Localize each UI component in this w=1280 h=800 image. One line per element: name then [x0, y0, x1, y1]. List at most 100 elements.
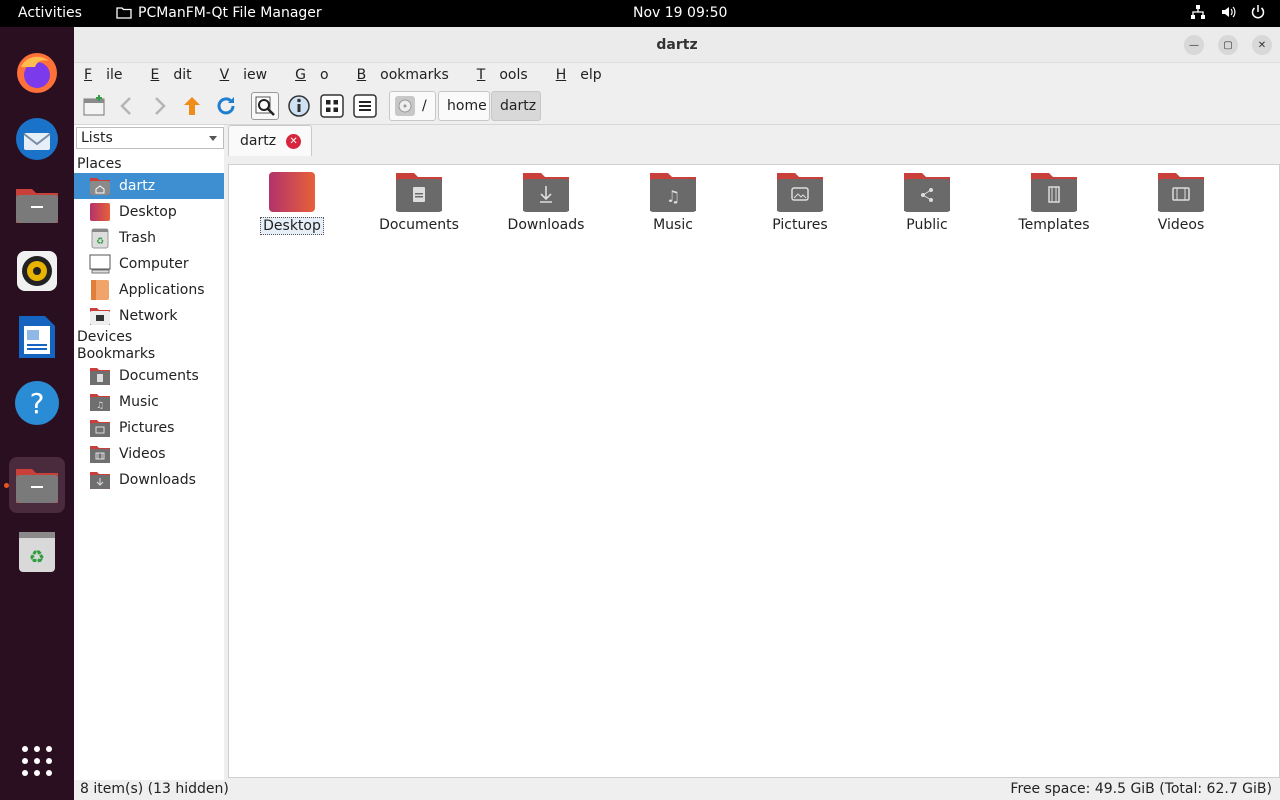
sidebar-item-label: Applications	[119, 282, 205, 298]
show-apps-button[interactable]	[9, 733, 65, 789]
file-name: Music	[653, 217, 693, 233]
minimize-button[interactable]: —	[1184, 35, 1204, 55]
side-pane-mode-select[interactable]: Lists	[76, 127, 224, 149]
folder-view[interactable]: Desktop Documents Downloads ♫ Music Pict…	[228, 164, 1280, 778]
status-bar: 8 item(s) (13 hidden) Free space: 49.5 G…	[74, 780, 1280, 800]
file-item-templates[interactable]: Templates	[999, 171, 1109, 233]
volume-icon[interactable]	[1220, 4, 1236, 20]
bookmark-pictures[interactable]: Pictures	[74, 415, 224, 441]
pcmanfm-launcher[interactable]	[9, 457, 65, 513]
thunderbird-launcher[interactable]	[9, 111, 65, 167]
bookmark-documents[interactable]: Documents	[74, 363, 224, 389]
menu-help[interactable]: Help	[556, 67, 616, 83]
network-folder-icon	[89, 305, 111, 327]
sidebar-item-network[interactable]: Network	[74, 303, 224, 329]
breadcrumb-dartz[interactable]: dartz	[491, 91, 541, 121]
places-header: Places	[77, 156, 122, 172]
top-bar: Activities PCManFM-Qt File Manager Nov 1…	[0, 0, 1280, 27]
filter-button[interactable]	[251, 92, 279, 120]
menu-tools[interactable]: Tools	[477, 67, 542, 83]
folder-icon	[116, 7, 132, 19]
app-menu[interactable]: PCManFM-Qt File Manager	[116, 5, 322, 21]
help-launcher[interactable]: ?	[9, 375, 65, 431]
new-tab-button[interactable]	[80, 92, 108, 120]
maximize-icon: ▢	[1223, 39, 1233, 51]
info-icon	[288, 95, 310, 117]
item-count: 8 item(s) (13 hidden)	[80, 781, 229, 797]
icon-view-button[interactable]	[318, 92, 346, 120]
pictures-folder-icon	[89, 417, 111, 439]
sidebar-item-computer[interactable]: Computer	[74, 251, 224, 277]
system-tray[interactable]	[1190, 4, 1266, 20]
clock[interactable]: Nov 19 09:50	[633, 5, 727, 21]
file-item-videos[interactable]: Videos	[1126, 171, 1236, 233]
chevron-down-icon	[209, 136, 217, 141]
music-folder-icon: ♫	[650, 173, 696, 212]
document-writer-icon	[19, 316, 55, 358]
file-name: Desktop	[260, 217, 324, 235]
menu-go[interactable]: Go	[295, 67, 342, 83]
power-icon[interactable]	[1250, 4, 1266, 20]
file-item-downloads[interactable]: Downloads	[491, 171, 601, 233]
file-item-public[interactable]: Public	[872, 171, 982, 233]
bookmark-videos[interactable]: Videos	[74, 441, 224, 467]
downloads-folder-icon	[89, 469, 111, 491]
title-bar[interactable]: dartz — ▢ ✕	[74, 27, 1280, 63]
search-icon	[255, 96, 275, 116]
close-tab-icon[interactable]: ✕	[286, 133, 302, 149]
svg-text:♫: ♫	[96, 401, 104, 411]
bookmark-label: Music	[119, 394, 159, 410]
tab-dartz[interactable]: dartz ✕	[228, 125, 312, 156]
menu-bar: File Edit View Go Bookmarks Tools Help	[74, 63, 1280, 87]
menu-edit[interactable]: Edit	[150, 67, 205, 83]
trash-launcher[interactable]: ♻	[9, 523, 65, 579]
sidebar-item-label: dartz	[119, 178, 156, 194]
firefox-launcher[interactable]	[9, 45, 65, 101]
reload-icon	[217, 97, 235, 115]
free-space: Free space: 49.5 GiB (Total: 62.7 GiB)	[1010, 781, 1272, 797]
file-item-pictures[interactable]: Pictures	[745, 171, 855, 233]
close-button[interactable]: ✕	[1252, 35, 1272, 55]
file-item-desktop[interactable]: Desktop	[237, 171, 347, 235]
file-name: Videos	[1157, 217, 1205, 233]
sidebar-item-dartz[interactable]: dartz	[74, 173, 224, 199]
menu-view[interactable]: View	[220, 67, 282, 83]
running-indicator	[4, 483, 9, 488]
breadcrumb-home[interactable]: home	[438, 91, 490, 121]
window-title: dartz	[656, 37, 698, 53]
list-view-button[interactable]	[351, 92, 379, 120]
rhythmbox-launcher[interactable]	[9, 243, 65, 299]
help-icon: ?	[15, 381, 59, 425]
file-item-documents[interactable]: Documents	[364, 171, 474, 233]
maximize-button[interactable]: ▢	[1218, 35, 1238, 55]
network-icon[interactable]	[1190, 4, 1206, 20]
sidebar-item-desktop[interactable]: Desktop	[74, 199, 224, 225]
back-button[interactable]	[112, 92, 140, 120]
dock: ? ♻	[0, 27, 74, 800]
detailed-info-button[interactable]	[285, 92, 313, 120]
videos-folder-icon	[89, 443, 111, 465]
writer-launcher[interactable]	[9, 309, 65, 365]
menu-file[interactable]: File	[84, 67, 136, 83]
bookmark-downloads[interactable]: Downloads	[74, 467, 224, 493]
applications-icon	[89, 279, 111, 301]
files-launcher[interactable]	[9, 177, 65, 233]
forward-button[interactable]	[146, 92, 174, 120]
sidebar-item-label: Network	[119, 308, 178, 324]
svg-text:?: ?	[30, 387, 45, 420]
menu-bookmarks[interactable]: Bookmarks	[357, 67, 463, 83]
breadcrumb-root[interactable]: /	[389, 91, 436, 121]
bookmark-music[interactable]: ♫ Music	[74, 389, 224, 415]
breadcrumb-root-label: /	[422, 98, 427, 114]
file-manager-window: dartz — ▢ ✕ File Edit View Go Bookmarks …	[74, 27, 1280, 800]
file-item-music[interactable]: ♫ Music	[618, 171, 728, 233]
app-grid-icon	[22, 746, 52, 776]
speaker-icon	[17, 251, 57, 291]
activities-button[interactable]: Activities	[18, 5, 82, 21]
svg-text:♻: ♻	[29, 547, 45, 568]
sidebar-item-trash[interactable]: ♻ Trash	[74, 225, 224, 251]
up-button[interactable]	[178, 92, 206, 120]
reload-button[interactable]	[212, 92, 240, 120]
bookmark-label: Downloads	[119, 472, 196, 488]
sidebar-item-applications[interactable]: Applications	[74, 277, 224, 303]
